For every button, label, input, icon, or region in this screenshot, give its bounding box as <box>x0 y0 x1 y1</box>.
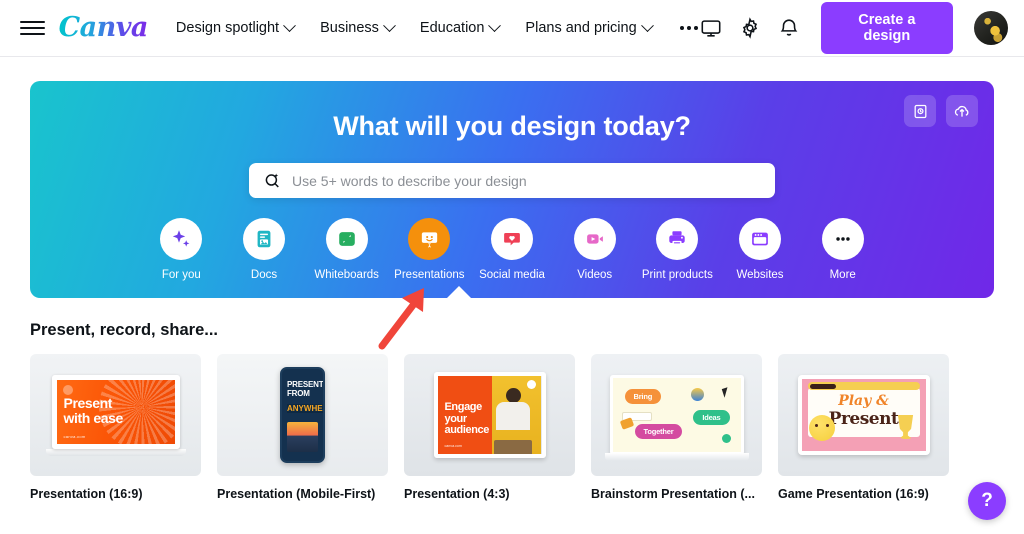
template-card-label: Presentation (Mobile-First) <box>217 487 376 501</box>
category-label: Presentations <box>394 269 465 281</box>
template-card-label: Brainstorm Presentation (... <box>591 487 755 501</box>
nav-item-education[interactable]: Education <box>419 18 502 36</box>
document-icon <box>242 218 285 260</box>
pill-ideas: Ideas <box>693 410 730 425</box>
template-card-presentation-mobile-first[interactable]: PRESENTFROM ANYWHERE Presentation (Mobil… <box>217 354 388 501</box>
create-a-design-button[interactable]: Create a design <box>820 2 953 54</box>
chevron-down-icon <box>383 18 396 32</box>
search-placeholder-text: Use 5+ words to describe your design <box>292 172 527 189</box>
presentation-icon <box>408 218 451 260</box>
page-title: What will you design today? <box>333 111 691 141</box>
category-label: Docs <box>250 269 278 281</box>
category-item-websites[interactable]: Websites <box>719 218 802 281</box>
category-label: For you <box>161 269 201 281</box>
nav-item-plans-and-pricing[interactable]: Plans and pricing <box>525 18 654 36</box>
template-thumbnail: Present with ease canva.com <box>30 354 201 476</box>
design-template-icon[interactable] <box>904 95 936 127</box>
cloud-upload-icon[interactable] <box>946 95 978 127</box>
nav-item-business[interactable]: Business <box>320 18 396 36</box>
magic-search-icon <box>265 173 279 188</box>
category-label: Whiteboards <box>314 269 379 281</box>
category-item-docs[interactable]: Docs <box>223 218 306 281</box>
monitor-icon[interactable] <box>700 16 722 40</box>
category-item-videos[interactable]: Videos <box>553 218 636 281</box>
hero-corner-actions <box>904 95 978 127</box>
heart-chat-icon <box>491 218 533 260</box>
template-card-label: Presentation (4:3) <box>404 487 510 501</box>
chevron-down-icon <box>488 18 502 32</box>
selected-category-notch <box>446 286 472 298</box>
template-card-list: Present with ease canva.com Presentation … <box>0 340 1024 501</box>
category-item-print-products[interactable]: Print products <box>636 218 719 281</box>
bell-icon[interactable] <box>778 16 800 40</box>
template-thumbnail: Bring Ideas Together <box>591 354 762 476</box>
template-card-label: Presentation (16:9) <box>30 487 143 501</box>
chevron-down-icon <box>640 18 654 32</box>
nav-label: Plans and pricing <box>525 20 637 36</box>
hamburger-menu-icon[interactable] <box>20 15 45 41</box>
gear-icon[interactable] <box>739 16 761 40</box>
search-input[interactable]: Use 5+ words to describe your design <box>249 163 775 198</box>
top-navigation-bar: Canva Design spotlight Business Educatio… <box>0 0 1024 57</box>
category-label: Social media <box>479 269 545 281</box>
whiteboard-icon <box>325 218 368 260</box>
video-camera-icon <box>573 218 616 260</box>
template-card-label: Game Presentation (16:9) <box>778 487 929 501</box>
nav-label: Education <box>419 20 485 36</box>
help-button[interactable]: ? <box>968 482 1006 520</box>
pill-together: Together <box>634 424 683 439</box>
chevron-down-icon <box>283 18 296 32</box>
category-item-presentations[interactable]: Presentations <box>388 218 471 281</box>
canva-logo[interactable]: Canva <box>59 12 149 45</box>
category-label: Print products <box>641 269 713 281</box>
category-strip: For you Docs Whiteboards Presentations S… <box>30 218 994 281</box>
game-title-line1: Play & <box>838 393 889 409</box>
avatar[interactable] <box>974 11 1008 45</box>
browser-window-icon <box>739 218 782 260</box>
category-label: Videos <box>577 269 613 281</box>
more-horizontal-icon[interactable] <box>678 20 700 36</box>
pill-bring: Bring <box>624 389 662 404</box>
template-thumbnail: Play & Present <box>778 354 949 476</box>
template-thumbnail: Engage your audience canva.com <box>404 354 575 476</box>
header-actions: Create a design <box>700 2 1008 54</box>
category-label: More <box>829 269 856 281</box>
category-item-whiteboards[interactable]: Whiteboards <box>305 218 388 281</box>
nav-item-design-spotlight[interactable]: Design spotlight <box>175 18 296 36</box>
template-card-presentation-4-3[interactable]: Engage your audience canva.com Presentatio… <box>404 354 575 501</box>
printer-icon <box>656 218 699 260</box>
category-label: Websites <box>736 269 784 281</box>
category-item-for-you[interactable]: For you <box>140 218 223 281</box>
sparkle-icon <box>160 218 203 260</box>
category-item-social-media[interactable]: Social media <box>471 218 554 281</box>
main-content: What will you design today? Use 5+ words… <box>0 57 1024 298</box>
hero-banner: What will you design today? Use 5+ words… <box>30 81 994 298</box>
search-row: Use 5+ words to describe your design <box>30 163 994 198</box>
template-thumbnail: PRESENTFROM ANYWHERE <box>217 354 388 476</box>
more-dots-icon <box>821 218 864 260</box>
template-card-presentation-16-9[interactable]: Present with ease canva.com Presentation … <box>30 354 201 501</box>
nav-label: Business <box>320 20 379 36</box>
section-title: Present, record, share... <box>30 321 219 339</box>
main-nav-links: Design spotlight Business Education Plan… <box>175 18 700 36</box>
nav-label: Design spotlight <box>175 20 280 36</box>
template-card-game-presentation[interactable]: Play & Present Game Presentation (16:9) <box>778 354 949 501</box>
category-item-more[interactable]: More <box>801 218 884 281</box>
template-card-brainstorm-presentation[interactable]: Bring Ideas Together Brainstorm Presenta… <box>591 354 762 501</box>
